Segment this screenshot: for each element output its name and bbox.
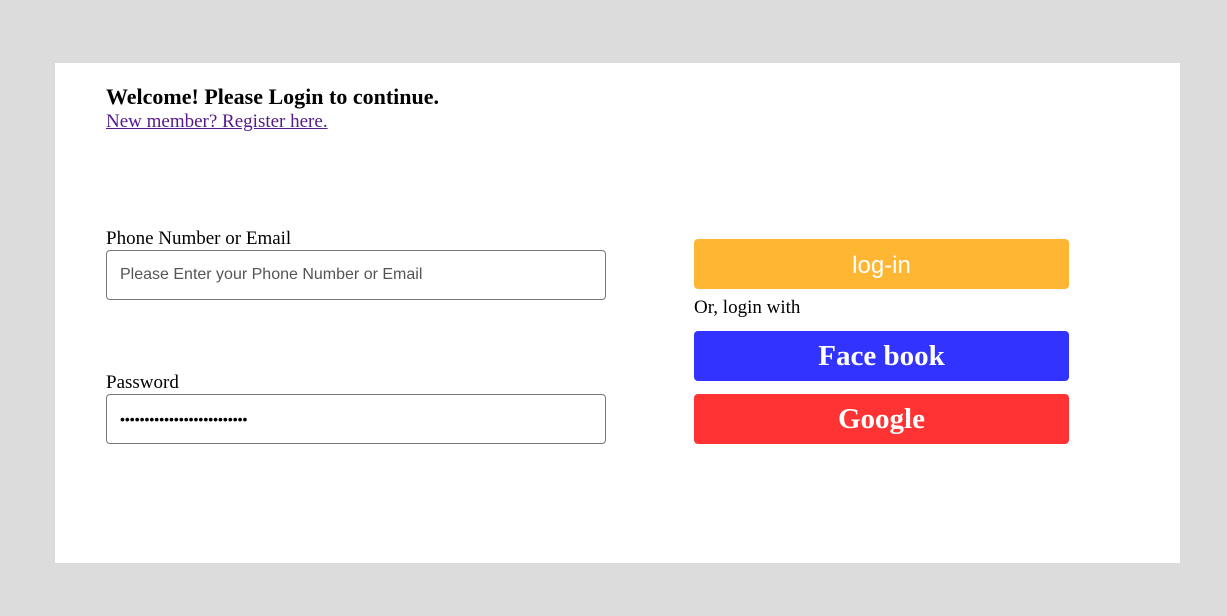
password-input[interactable]: [106, 394, 606, 444]
password-label: Password: [106, 372, 179, 393]
login-card: Welcome! Please Login to continue. New m…: [55, 63, 1180, 563]
phone-email-input[interactable]: [106, 250, 606, 300]
page-title: Welcome! Please Login to continue.: [106, 84, 440, 109]
or-login-with-text: Or, login with: [694, 297, 801, 318]
register-link[interactable]: New member? Register here.: [106, 110, 328, 134]
google-login-button[interactable]: Google: [694, 394, 1069, 444]
phone-email-label: Phone Number or Email: [106, 228, 292, 249]
login-button[interactable]: log-in: [694, 239, 1069, 289]
facebook-login-button[interactable]: Face book: [694, 331, 1069, 381]
